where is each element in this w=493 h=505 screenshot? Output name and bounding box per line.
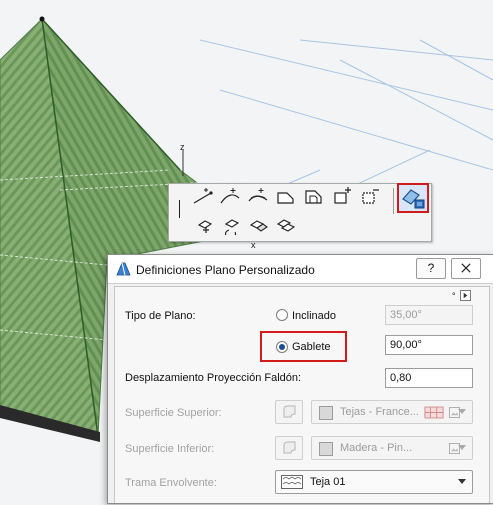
chevron-down-icon — [458, 479, 466, 484]
inclined-angle-field[interactable]: 35,00° — [385, 305, 473, 325]
bottom-surface-label: Superficie Inferior: — [125, 443, 215, 455]
chevron-down-icon — [458, 409, 466, 414]
unit-menu-button[interactable] — [460, 290, 471, 301]
subtract-plane-icon[interactable] — [359, 186, 383, 206]
eave-offset-label: Desplazamiento Proyección Faldón: — [125, 372, 302, 384]
eave-offset-field[interactable]: 0,80 — [385, 368, 473, 388]
plane-type-label: Tipo de Plano: — [125, 310, 196, 322]
tile-pattern-icon — [424, 406, 444, 419]
surface-swatch — [319, 442, 333, 456]
bottom-surface-select[interactable]: Madera - Pin... — [311, 436, 473, 460]
top-surface-label: Superficie Superior: — [125, 407, 222, 419]
inclined-label[interactable]: Inclinado — [292, 310, 336, 322]
top-surface-select[interactable]: Tejas - France... — [311, 400, 473, 424]
close-icon — [461, 263, 471, 273]
cover-fill-select[interactable]: Teja 01 — [275, 470, 473, 494]
bottom-surface-override-button[interactable] — [275, 436, 303, 460]
help-button[interactable]: ? — [416, 258, 446, 279]
surface-override-icon — [283, 405, 296, 418]
shape-plane-icon[interactable] — [274, 186, 298, 206]
play-right-icon — [463, 292, 468, 299]
gable-radio[interactable] — [276, 341, 288, 353]
unit-indicator: ° — [452, 291, 456, 301]
cover-fill-label: Trama Envolvente: — [125, 477, 217, 489]
roof-app-icon — [116, 262, 131, 276]
surface-swatch — [319, 406, 333, 420]
tile-fill-icon — [281, 475, 303, 489]
chevron-down-icon — [458, 445, 466, 450]
axis-z-label: z — [180, 142, 185, 152]
custom-plane-settings-button[interactable] — [397, 183, 429, 213]
cut-plane-icon[interactable] — [302, 186, 326, 206]
surface-override-icon — [283, 441, 296, 454]
inclined-radio[interactable] — [276, 309, 288, 321]
palette-divider — [393, 188, 394, 214]
stretch-plane-icon[interactable] — [247, 215, 271, 235]
gable-label[interactable]: Gablete — [292, 341, 331, 353]
arc-plane-icon[interactable] — [218, 186, 242, 206]
close-button[interactable] — [451, 258, 481, 279]
add-plane-icon[interactable] — [331, 186, 355, 206]
palette-handle[interactable] — [179, 200, 180, 218]
top-surface-override-button[interactable] — [275, 400, 303, 424]
gable-angle-field[interactable]: 90,00° — [385, 335, 473, 355]
line-plane-icon[interactable] — [191, 186, 215, 206]
offset-plane-icon[interactable] — [274, 215, 298, 235]
rotate-plane-icon[interactable] — [221, 215, 245, 239]
custom-plane-settings-icon — [402, 189, 425, 209]
dialog-title: Definiciones Plano Personalizado — [136, 263, 315, 277]
cover-fill-value: Teja 01 — [310, 476, 346, 488]
move-plane-icon[interactable] — [194, 215, 218, 235]
top-surface-value: Tejas - France... — [340, 406, 419, 418]
dialog-title-bar[interactable]: Definiciones Plano Personalizado ? — [108, 255, 493, 284]
bottom-surface-value: Madera - Pin... — [340, 442, 413, 454]
curve-plane-icon[interactable] — [246, 186, 270, 206]
